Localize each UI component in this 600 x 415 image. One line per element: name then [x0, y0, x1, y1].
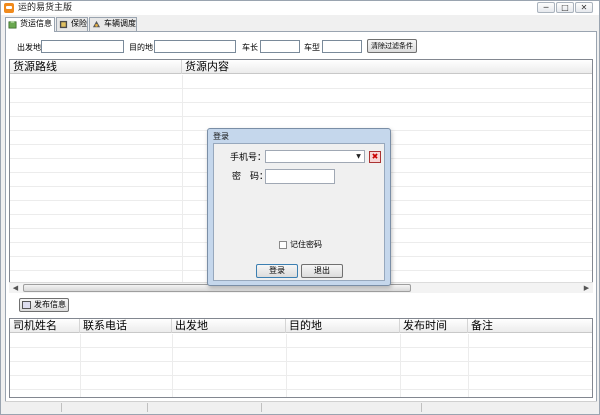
tab-insurance[interactable]: 保险 — [56, 17, 88, 31]
column-divider — [468, 334, 469, 397]
clear-filters-button[interactable]: 清除过滤条件 — [367, 39, 417, 53]
cargo-icon — [8, 20, 17, 29]
column-header-phone[interactable]: 联系电话 — [80, 319, 172, 333]
tab-cargo-info-label: 货运信息 — [20, 19, 52, 28]
status-separator — [61, 403, 62, 412]
status-separator — [261, 403, 262, 412]
maximize-button[interactable]: □ — [556, 2, 574, 13]
origin-label: 出发地 — [17, 43, 41, 52]
status-separator — [147, 403, 148, 412]
column-header-cargo-content[interactable]: 货源内容 — [182, 60, 592, 74]
column-divider — [400, 334, 401, 397]
destination-label: 目的地 — [129, 43, 153, 52]
window-title: 运的易货主版 — [18, 3, 73, 13]
publish-info-button[interactable]: 发布信息 — [19, 298, 69, 312]
tab-vehicle-dispatch-label: 车辆调度 — [104, 19, 136, 28]
origin-input[interactable] — [41, 40, 124, 53]
insurance-icon — [59, 20, 68, 29]
scroll-left-icon[interactable]: ◀ — [10, 283, 21, 293]
tab-vehicle-dispatch[interactable]: 车辆调度 — [89, 17, 137, 31]
column-header-destination[interactable]: 目的地 — [286, 319, 400, 333]
column-header-publish-time[interactable]: 发布时间 — [400, 319, 468, 333]
status-bar — [5, 401, 597, 413]
login-dialog-title: 登录 — [213, 132, 229, 141]
vehicle-type-input[interactable] — [322, 40, 362, 53]
column-header-driver-name[interactable]: 司机姓名 — [10, 319, 80, 333]
vehicle-length-input[interactable] — [260, 40, 300, 53]
exit-button[interactable]: 退出 — [301, 264, 343, 278]
driver-grid[interactable]: 司机姓名 联系电话 出发地 目的地 发布时间 备注 — [9, 318, 593, 398]
column-divider — [182, 75, 183, 284]
tab-cargo-info[interactable]: 货运信息 — [5, 17, 55, 32]
column-divider — [80, 334, 81, 397]
vehicle-type-label: 车型 — [304, 43, 320, 52]
title-bar[interactable]: 运的易货主版 ─ □ ✕ — [1, 1, 599, 15]
password-label: 密 码： — [232, 172, 269, 182]
column-divider — [286, 334, 287, 397]
destination-input[interactable] — [154, 40, 236, 53]
password-input[interactable] — [265, 169, 335, 184]
delete-account-icon[interactable]: ✖ — [369, 151, 381, 163]
remember-password-checkbox[interactable] — [279, 241, 287, 249]
phone-label: 手机号： — [230, 153, 267, 163]
vehicle-length-label: 车长 — [242, 43, 258, 52]
column-header-cargo-route[interactable]: 货源路线 — [10, 60, 182, 74]
publish-icon — [22, 301, 31, 309]
status-separator — [421, 403, 422, 412]
phone-combobox[interactable]: ▼ — [265, 150, 365, 163]
tab-insurance-label: 保险 — [71, 19, 87, 28]
login-button[interactable]: 登录 — [256, 264, 298, 278]
column-header-remarks[interactable]: 备注 — [468, 319, 592, 333]
column-header-origin[interactable]: 出发地 — [172, 319, 286, 333]
remember-password-label[interactable]: 记住密码 — [290, 240, 322, 250]
chevron-down-icon[interactable]: ▼ — [354, 151, 363, 162]
vehicle-dispatch-icon — [92, 20, 101, 28]
app-logo-icon — [4, 3, 14, 13]
scroll-right-icon[interactable]: ▶ — [581, 283, 592, 293]
publish-info-label: 发布信息 — [34, 300, 66, 309]
column-divider — [172, 334, 173, 397]
close-button[interactable]: ✕ — [575, 2, 593, 13]
minimize-button[interactable]: ─ — [537, 2, 555, 13]
driver-grid-body[interactable] — [10, 334, 592, 397]
cargo-grid-header: 货源路线 货源内容 — [10, 60, 592, 74]
driver-grid-header: 司机姓名 联系电话 出发地 目的地 发布时间 备注 — [10, 319, 592, 333]
